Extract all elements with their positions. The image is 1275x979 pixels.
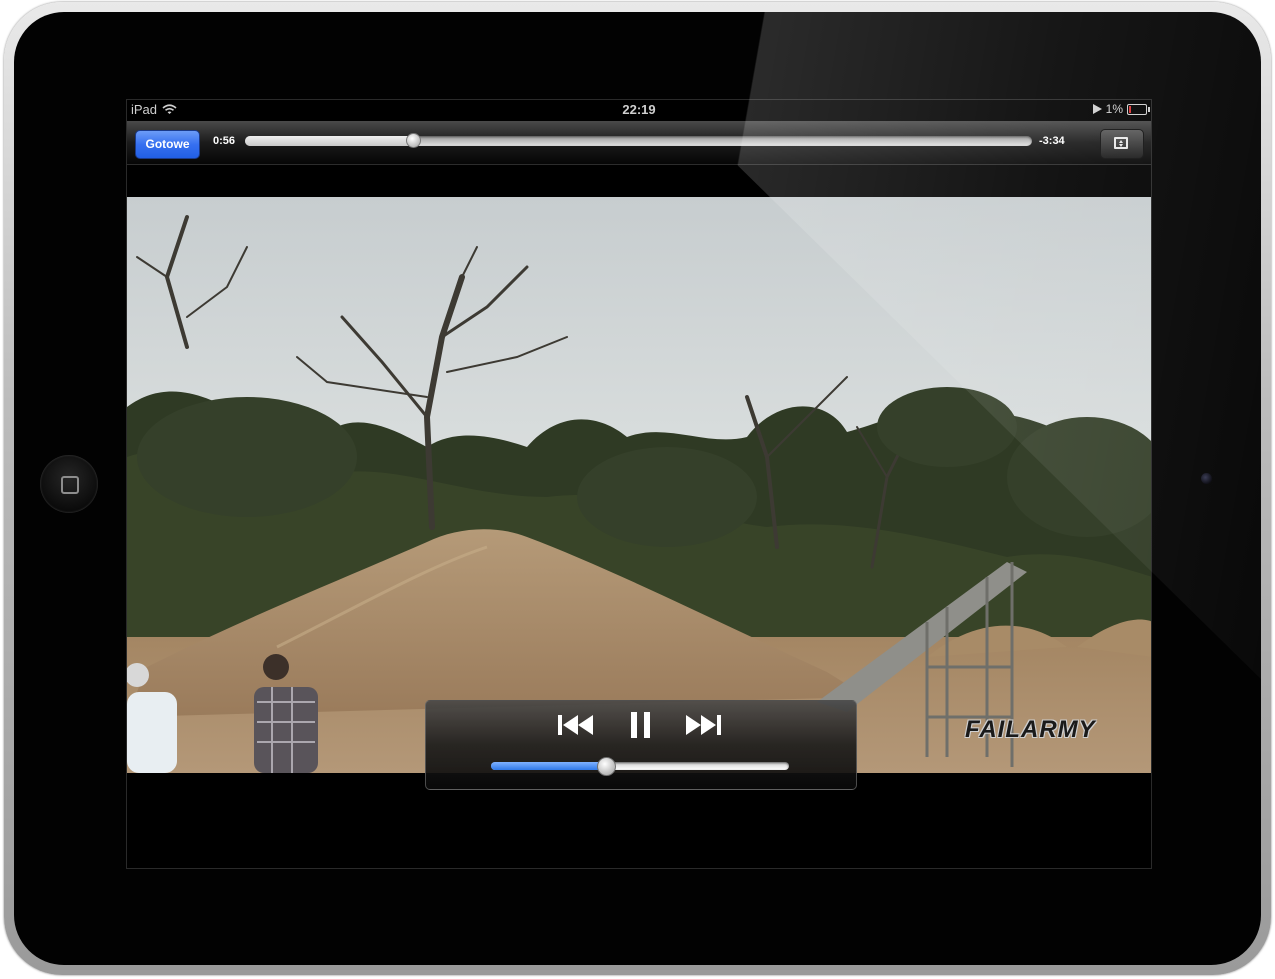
status-time: 22:19 (622, 102, 656, 117)
scrubber-thumb[interactable] (406, 133, 422, 148)
aspect-ratio-button[interactable] (1100, 129, 1144, 159)
play-indicator-icon (1092, 104, 1102, 114)
pause-icon (631, 712, 650, 738)
status-bar: iPad 22:19 1% (127, 100, 1151, 120)
skip-next-icon (686, 715, 721, 735)
scrubber-track[interactable] (245, 133, 1032, 148)
camera-icon (1201, 473, 1212, 484)
screen: iPad 22:19 1% Gotowe 0:56 -3:34 FAILARMY (126, 99, 1152, 869)
aspect-ratio-icon (1114, 137, 1128, 149)
battery-icon (1127, 103, 1150, 115)
skip-previous-button[interactable] (551, 709, 601, 741)
battery-level (1129, 105, 1131, 113)
done-button[interactable]: Gotowe (135, 130, 200, 159)
time-remaining: -3:34 (1039, 135, 1065, 147)
volume-thumb[interactable] (596, 757, 616, 776)
skip-previous-icon (558, 715, 593, 735)
home-button-icon[interactable] (40, 455, 98, 513)
time-elapsed: 0:56 (213, 135, 236, 147)
battery-percent: 1% (1105, 102, 1123, 116)
player-toolbar: Gotowe 0:56 -3:34 (127, 121, 1151, 165)
pause-button[interactable] (616, 709, 666, 741)
volume-slider[interactable] (491, 757, 789, 776)
home-square-icon (61, 476, 79, 494)
volume-fill (491, 762, 606, 770)
playback-controls (425, 700, 857, 790)
status-right: 1% (1092, 102, 1150, 116)
video-scene (127, 197, 1151, 773)
video-watermark: FAILARMY (965, 716, 1096, 743)
scrubber-fill (245, 136, 414, 146)
skip-next-button[interactable] (678, 709, 728, 741)
video-frame[interactable]: FAILARMY (127, 197, 1151, 773)
